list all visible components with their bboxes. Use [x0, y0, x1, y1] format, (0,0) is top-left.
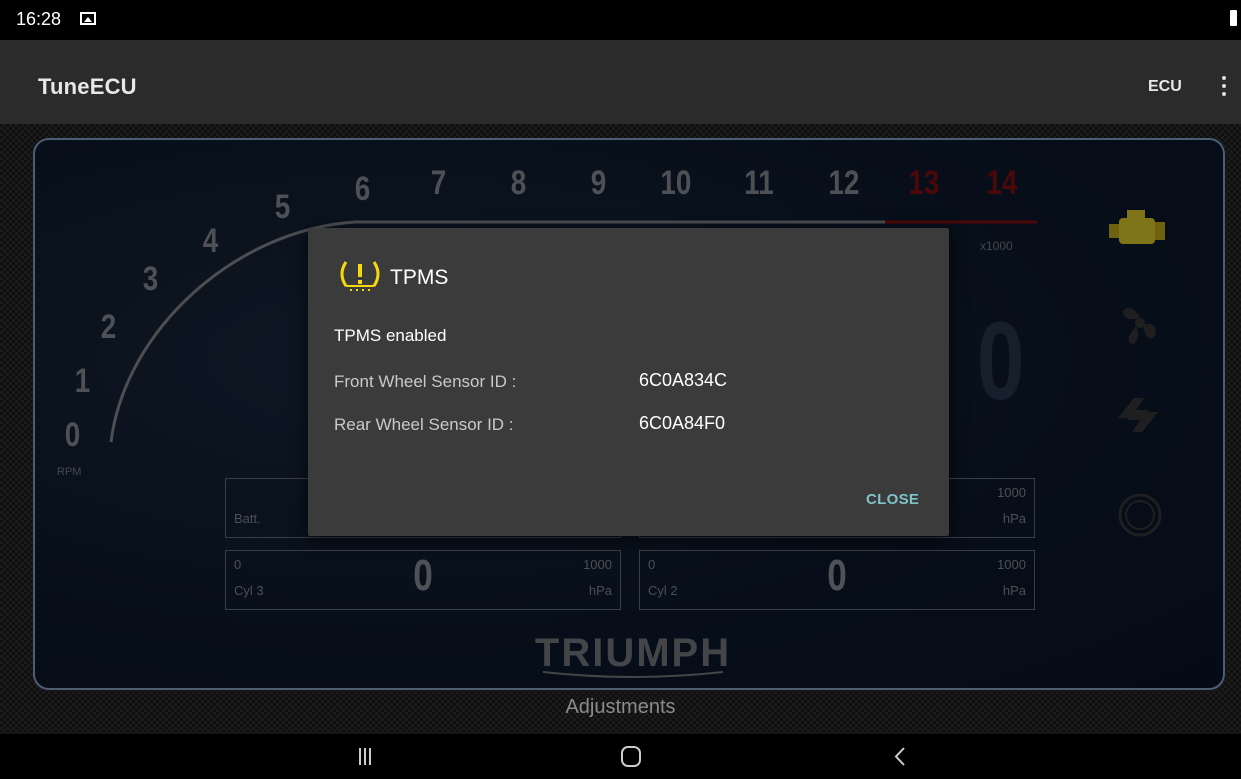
picture-icon — [80, 12, 96, 25]
app-screen: 16:28 TuneECU ECU 0 1 2 3 4 5 6 7 8 9 10… — [0, 0, 1241, 779]
front-sensor-label: Front Wheel Sensor ID : — [334, 372, 517, 391]
ecu-button[interactable]: ECU — [1148, 78, 1182, 96]
app-bar: TuneECU ECU — [0, 40, 1241, 124]
status-time: 16:28 — [16, 9, 62, 29]
app-title: TuneECU — [38, 74, 137, 99]
close-button[interactable]: CLOSE — [866, 491, 919, 508]
dialog-title: TPMS — [390, 266, 449, 289]
home-nav-icon[interactable] — [601, 734, 661, 779]
tpms-warning-icon — [340, 261, 380, 291]
rear-sensor-value: 6C0A84F0 — [639, 413, 726, 433]
battery-icon — [1230, 10, 1237, 26]
back-nav-icon[interactable] — [870, 734, 930, 779]
navigation-bar — [0, 734, 1241, 779]
adjustments-label[interactable]: Adjustments — [0, 696, 1241, 719]
recents-nav-icon[interactable] — [334, 734, 394, 779]
overflow-menu-icon[interactable] — [1212, 72, 1236, 102]
front-sensor-value: 6C0A834C — [639, 370, 728, 390]
tpms-dialog: TPMS TPMS enabled Front Wheel Sensor ID … — [308, 228, 949, 536]
rear-sensor-label: Rear Wheel Sensor ID : — [334, 415, 514, 434]
status-bar: 16:28 — [0, 0, 1241, 40]
tpms-status-text: TPMS enabled — [334, 326, 447, 345]
